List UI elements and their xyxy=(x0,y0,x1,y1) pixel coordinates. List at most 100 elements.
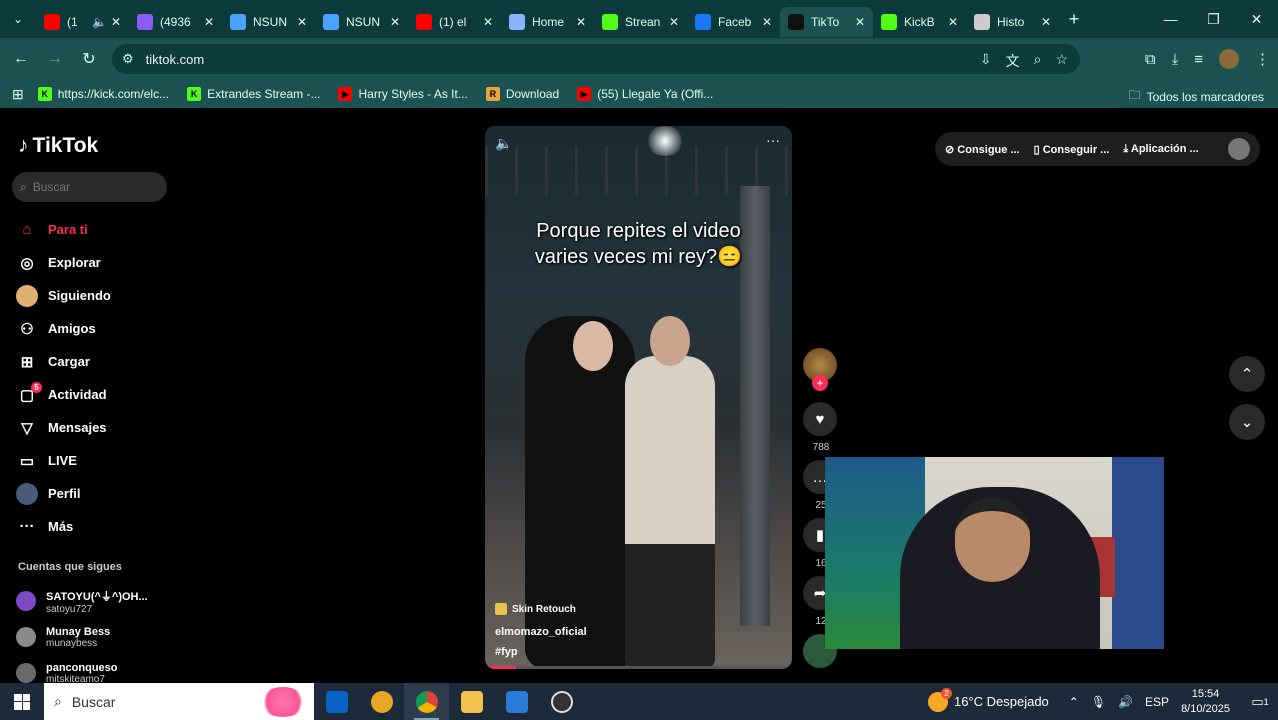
media-icon[interactable]: ≡ xyxy=(1194,51,1203,68)
nav-item[interactable]: ⊞ Cargar xyxy=(16,345,111,378)
extensions-icon[interactable]: ⧉ xyxy=(1145,51,1156,68)
video-progress[interactable] xyxy=(485,666,792,669)
translate-icon[interactable]: 文 xyxy=(1006,51,1020,71)
address-bar[interactable]: ⚙ tiktok.com ⇩ 文 ⌕ ☆ xyxy=(112,44,1080,74)
user-avatar[interactable] xyxy=(1228,138,1250,160)
video-author[interactable]: elmomazo_oficial xyxy=(495,626,587,638)
bookmark-item[interactable]: R Download xyxy=(485,87,559,101)
volume-icon[interactable]: 🔊 xyxy=(1118,695,1133,709)
chevron-up-icon[interactable]: ⌃ xyxy=(1069,695,1079,709)
nav-item[interactable]: Perfil xyxy=(16,477,111,510)
nav-item[interactable]: ▭ LIVE xyxy=(16,444,111,477)
browser-tab[interactable]: (4936 ✕ xyxy=(129,7,222,37)
close-tab-icon[interactable]: ✕ xyxy=(948,15,958,29)
search-box[interactable]: ⌕ xyxy=(12,172,167,202)
browser-tab[interactable]: (1 🔈 ✕ xyxy=(36,7,129,37)
zoom-icon[interactable]: ⌕ xyxy=(1034,51,1042,71)
restore-button[interactable]: ❐ xyxy=(1192,0,1235,38)
menu-icon[interactable]: ⋮ xyxy=(1255,50,1270,68)
forward-button[interactable]: → xyxy=(38,50,72,68)
close-tab-icon[interactable]: ✕ xyxy=(297,15,307,29)
browser-tab[interactable]: Strean ✕ xyxy=(594,7,687,37)
nav-item[interactable]: ··· Más xyxy=(16,510,111,543)
all-bookmarks[interactable]: 🗀 Todos los marcadores xyxy=(1129,86,1264,107)
previous-video-button[interactable]: ⌃ xyxy=(1229,356,1265,392)
following-item[interactable]: SATOYU(^⏚^)OH... satoyu727 xyxy=(16,583,148,619)
following-item[interactable]: Munay Bess munaybess xyxy=(16,619,148,655)
bookmark-item[interactable]: ▶ Harry Styles - As It... xyxy=(338,87,468,101)
downloads-icon[interactable]: ⤓ xyxy=(1172,51,1179,68)
browser-tab[interactable]: Histo ✕ xyxy=(966,7,1059,37)
notifications-button[interactable]: ▭ 1 xyxy=(1242,683,1278,720)
browser-tab[interactable]: TikTo ✕ xyxy=(780,7,873,37)
chrome-app[interactable] xyxy=(404,683,449,720)
browser-tab[interactable]: (1) el ✕ xyxy=(408,7,501,37)
audio-icon[interactable]: 🔈 xyxy=(92,15,107,29)
clock[interactable]: 15:54 8/10/2025 xyxy=(1181,687,1230,717)
profile-avatar[interactable] xyxy=(1219,49,1239,69)
nav-item[interactable]: ⌂ Para ti xyxy=(16,213,111,246)
browser-tab[interactable]: NSUN ✕ xyxy=(222,7,315,37)
video-hashtag[interactable]: #fyp xyxy=(495,646,518,658)
tiktok-logo[interactable]: ♪ TikTok xyxy=(18,134,98,158)
close-tab-icon[interactable]: ✕ xyxy=(762,15,772,29)
microphone-icon[interactable]: 🎙 xyxy=(1091,695,1106,709)
nav-item[interactable]: ▽ Mensajes xyxy=(16,411,111,444)
nav-item[interactable]: ◎ Explorar xyxy=(16,246,111,279)
badge-app[interactable] xyxy=(359,683,404,720)
bookmark-item[interactable]: ▶ (55) Llegale Ya (Offi... xyxy=(577,87,713,101)
weather-badge: 2 xyxy=(940,687,952,699)
back-button[interactable]: ← xyxy=(4,50,38,68)
video-effect-tag[interactable]: Skin Retouch xyxy=(495,603,576,615)
taskbar-search[interactable]: ⌕ Buscar xyxy=(44,683,314,720)
browser-tab[interactable]: Home ✕ xyxy=(501,7,594,37)
close-tab-icon[interactable]: ✕ xyxy=(669,15,679,29)
follow-plus-icon[interactable]: + xyxy=(812,375,828,391)
video-player[interactable]: 🔈 ··· Porque repites el video varies vec… xyxy=(485,126,792,669)
close-tab-icon[interactable]: ✕ xyxy=(111,15,121,29)
app-link[interactable]: ▯ Conseguir ... xyxy=(1034,143,1110,156)
webcam-overlay xyxy=(825,457,1164,649)
address-url[interactable]: tiktok.com xyxy=(146,52,205,67)
nav-item[interactable]: ▢ 5 Actividad xyxy=(16,378,111,411)
minimize-button[interactable]: — xyxy=(1149,0,1192,38)
close-window-button[interactable]: ✕ xyxy=(1235,0,1278,38)
bookmark-star-icon[interactable]: ☆ xyxy=(1055,51,1068,71)
toolbar-right: ⧉ ⤓ ≡ ⋮ xyxy=(1145,49,1270,69)
tab-search-chevron-icon[interactable]: ⌄ xyxy=(0,0,36,38)
close-tab-icon[interactable]: ✕ xyxy=(855,15,865,29)
coins-link[interactable]: ⊘ Consigue ... xyxy=(945,143,1020,156)
nav-item[interactable]: Siguiendo xyxy=(16,279,111,312)
close-tab-icon[interactable]: ✕ xyxy=(483,15,493,29)
search-input[interactable] xyxy=(32,180,153,194)
close-tab-icon[interactable]: ✕ xyxy=(390,15,400,29)
site-info-icon[interactable]: ⚙ xyxy=(122,51,134,67)
mute-icon[interactable]: 🔈 xyxy=(495,135,512,152)
nav-item[interactable]: ⚇ Amigos xyxy=(16,312,111,345)
next-video-button[interactable]: ⌄ xyxy=(1229,404,1265,440)
explorer-app[interactable] xyxy=(449,683,494,720)
apps-grid-icon[interactable]: ⊞ xyxy=(12,86,24,103)
new-tab-button[interactable]: + xyxy=(1059,9,1089,30)
start-button[interactable] xyxy=(0,683,44,720)
obs-app[interactable] xyxy=(539,683,584,720)
video-more-icon[interactable]: ··· xyxy=(766,132,780,148)
reload-button[interactable]: ↻ xyxy=(72,49,106,69)
close-tab-icon[interactable]: ✕ xyxy=(576,15,586,29)
nav-label: Siguiendo xyxy=(48,288,111,303)
browser-tab[interactable]: Faceb ✕ xyxy=(687,7,780,37)
browser-tab[interactable]: NSUN ✕ xyxy=(315,7,408,37)
install-icon[interactable]: ⇩ xyxy=(980,51,992,71)
weather-widget[interactable]: 2 16°C Despejado xyxy=(927,687,1049,712)
bookmark-item[interactable]: Khttps://kick.com/elc... xyxy=(37,87,169,101)
bookmark-item[interactable]: K Extrandes Stream -... xyxy=(187,87,320,101)
download-app-link[interactable]: ⤓ Aplicación ... xyxy=(1123,143,1198,156)
close-tab-icon[interactable]: ✕ xyxy=(204,15,214,29)
store-app[interactable] xyxy=(494,683,539,720)
like-heart-icon[interactable]: ♥ xyxy=(803,402,837,436)
browser-tab[interactable]: KickB ✕ xyxy=(873,7,966,37)
author-avatar[interactable]: + xyxy=(803,348,837,391)
language-indicator[interactable]: ESP xyxy=(1145,695,1169,709)
close-tab-icon[interactable]: ✕ xyxy=(1041,15,1051,29)
outlook-app[interactable] xyxy=(314,683,359,720)
